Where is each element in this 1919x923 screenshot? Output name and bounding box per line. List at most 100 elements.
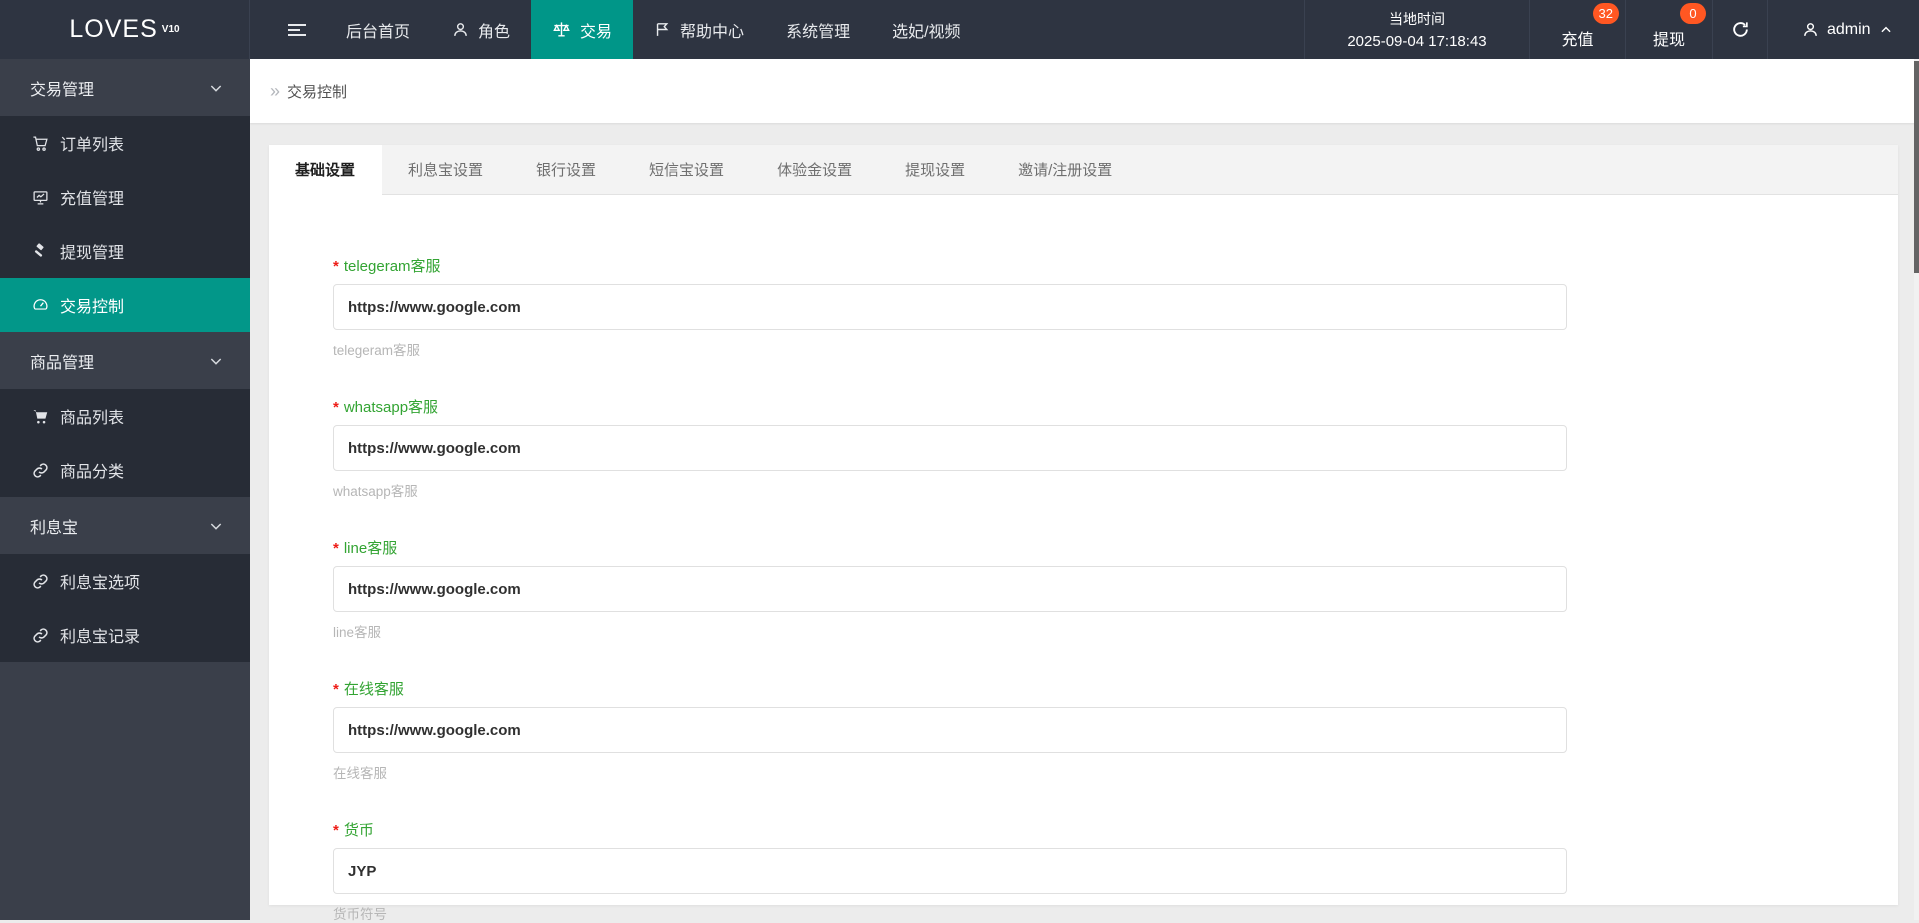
sidebar-item-goods-list[interactable]: 商品列表: [0, 389, 250, 443]
nav-help-label: 帮助中心: [680, 23, 745, 41]
sidebar-group-label: 交易管理: [30, 81, 95, 99]
chevron-up-icon: [1879, 23, 1893, 37]
sidebar-toggle-button[interactable]: [269, 0, 325, 59]
currency-input[interactable]: [333, 848, 1567, 894]
cart-icon: [32, 408, 49, 425]
breadcrumb: » 交易控制: [250, 59, 1919, 123]
form-group-whatsapp: *whatsapp客服 whatsapp客服: [333, 396, 1567, 500]
required-asterisk: *: [333, 258, 339, 275]
field-help-text: telegeram客服: [333, 343, 421, 358]
nav-role-label: 角色: [478, 23, 511, 41]
withdraw-button[interactable]: 提现 0: [1625, 0, 1712, 59]
sidebar-item-order-list[interactable]: 订单列表: [0, 116, 250, 170]
nav-home-label: 后台首页: [346, 23, 411, 41]
gavel-icon: [32, 242, 49, 260]
link-icon: [32, 462, 49, 479]
sidebar-item-label: 交易控制: [60, 299, 125, 316]
required-asterisk: *: [333, 681, 339, 698]
cart-icon: [32, 135, 49, 152]
tab-sms-settings[interactable]: 短信宝设置: [623, 145, 751, 194]
sidebar-group-label: 利息宝: [30, 519, 79, 537]
nav-item-help[interactable]: 帮助中心: [633, 0, 765, 59]
sidebar-item-lixibao-records[interactable]: 利息宝记录: [0, 608, 250, 662]
nav-trade-label: 交易: [580, 23, 613, 41]
withdraw-label: 提现: [1652, 32, 1685, 49]
field-help-text: 货币符号: [333, 907, 387, 922]
telegram-service-input[interactable]: [333, 284, 1567, 330]
sidebar-item-withdraw[interactable]: 提现管理: [0, 224, 250, 278]
withdraw-badge: 0: [1680, 3, 1706, 24]
required-asterisk: *: [333, 822, 339, 839]
link-icon: [32, 627, 49, 644]
required-asterisk: *: [333, 399, 339, 416]
sidebar-item-label: 利息宝记录: [60, 629, 141, 646]
form-group-telegram: *telegeram客服 telegeram客服: [333, 255, 1567, 359]
nav-item-home[interactable]: 后台首页: [325, 0, 431, 59]
local-time-label: 当地时间: [1389, 11, 1445, 27]
admin-menu[interactable]: admin: [1767, 0, 1919, 59]
field-label: * line客服: [333, 540, 398, 557]
gauge-icon: [32, 297, 49, 314]
required-asterisk: *: [333, 540, 339, 557]
field-help-text: line客服: [333, 625, 382, 640]
sidebar-group-trade[interactable]: 交易管理: [0, 59, 250, 116]
sidebar-item-label: 提现管理: [60, 245, 125, 262]
tab-lixibao-settings[interactable]: 利息宝设置: [382, 145, 510, 194]
refresh-button[interactable]: [1712, 0, 1767, 59]
local-time-box: 当地时间 2025-09-04 17:18:43: [1304, 0, 1529, 59]
field-label: * 在线客服: [333, 681, 404, 698]
settings-tabbar: 基础设置 利息宝设置 银行设置 短信宝设置 体验金设置 提现设置 邀请/注册设置: [269, 145, 1898, 195]
board-icon: [32, 189, 49, 206]
chevron-down-icon: [208, 80, 224, 96]
top-bar: LOVES V10 后台首页 角色 交易 帮助中心 系统管理 选妃/视频 当地时…: [0, 0, 1919, 59]
field-label: * whatsapp客服: [333, 399, 439, 416]
sidebar-item-label: 商品列表: [60, 410, 125, 427]
tab-basic-settings[interactable]: 基础设置: [269, 145, 383, 195]
form-group-line: *line客服 line客服: [333, 537, 1567, 641]
nav-item-video[interactable]: 选妃/视频: [871, 0, 981, 59]
chevron-down-icon: [208, 353, 224, 369]
line-service-input[interactable]: [333, 566, 1567, 612]
nav-item-trade[interactable]: 交易: [531, 0, 634, 59]
vertical-scrollbar: [1914, 59, 1919, 920]
tab-withdraw-settings[interactable]: 提现设置: [879, 145, 992, 194]
online-service-input[interactable]: [333, 707, 1567, 753]
recharge-button[interactable]: 充值 32: [1529, 0, 1625, 59]
whatsapp-service-input[interactable]: [333, 425, 1567, 471]
sidebar-item-label: 充值管理: [60, 191, 125, 208]
field-help-text: 在线客服: [333, 766, 387, 781]
sidebar-item-goods-category[interactable]: 商品分类: [0, 443, 250, 497]
sidebar-item-lixibao-options[interactable]: 利息宝选项: [0, 554, 250, 608]
sidebar: 交易管理 订单列表 充值管理 提现管理 交易控制 商品管理 商品列表 商品分类 …: [0, 59, 250, 920]
user-icon: [1802, 21, 1819, 38]
tab-trial-settings[interactable]: 体验金设置: [751, 145, 879, 194]
form-group-online-service: *在线客服 在线客服: [333, 678, 1567, 782]
sidebar-item-label: 利息宝选项: [60, 575, 141, 592]
main-content: » 交易控制 基础设置 利息宝设置 银行设置 短信宝设置 体验金设置 提现设置 …: [250, 59, 1919, 922]
refresh-icon: [1731, 20, 1750, 39]
breadcrumb-arrows-icon: »: [270, 80, 281, 101]
sidebar-group-lixibao[interactable]: 利息宝: [0, 497, 250, 554]
basic-settings-form: *telegeram客服 telegeram客服 *whatsapp客服 wha…: [269, 195, 1898, 923]
scales-icon: [552, 20, 571, 39]
settings-card: 基础设置 利息宝设置 银行设置 短信宝设置 体验金设置 提现设置 邀请/注册设置…: [269, 145, 1898, 922]
sidebar-group-goods[interactable]: 商品管理: [0, 332, 250, 389]
tab-invite-register-settings[interactable]: 邀请/注册设置: [992, 145, 1139, 194]
flag-icon: [654, 21, 671, 38]
user-icon: [452, 21, 469, 38]
nav-item-role[interactable]: 角色: [431, 0, 531, 59]
local-time-value: 2025-09-04 17:18:43: [1347, 33, 1487, 50]
chevron-down-icon: [208, 518, 224, 534]
tab-bank-settings[interactable]: 银行设置: [510, 145, 623, 194]
topbar-right-section: 当地时间 2025-09-04 17:18:43 充值 32 提现 0 admi…: [1304, 0, 1919, 59]
scrollbar-thumb[interactable]: [1914, 61, 1919, 273]
sidebar-item-recharge[interactable]: 充值管理: [0, 170, 250, 224]
form-group-currency: *货币 货币符号: [333, 819, 1567, 923]
brand-logo: LOVES V10: [0, 0, 250, 59]
nav-video-label: 选妃/视频: [892, 23, 961, 41]
sidebar-item-trade-control[interactable]: 交易控制: [0, 278, 250, 332]
brand-version: V10: [161, 24, 180, 35]
recharge-badge: 32: [1592, 3, 1619, 24]
nav-item-system[interactable]: 系统管理: [765, 0, 871, 59]
field-label: * telegeram客服: [333, 258, 441, 275]
